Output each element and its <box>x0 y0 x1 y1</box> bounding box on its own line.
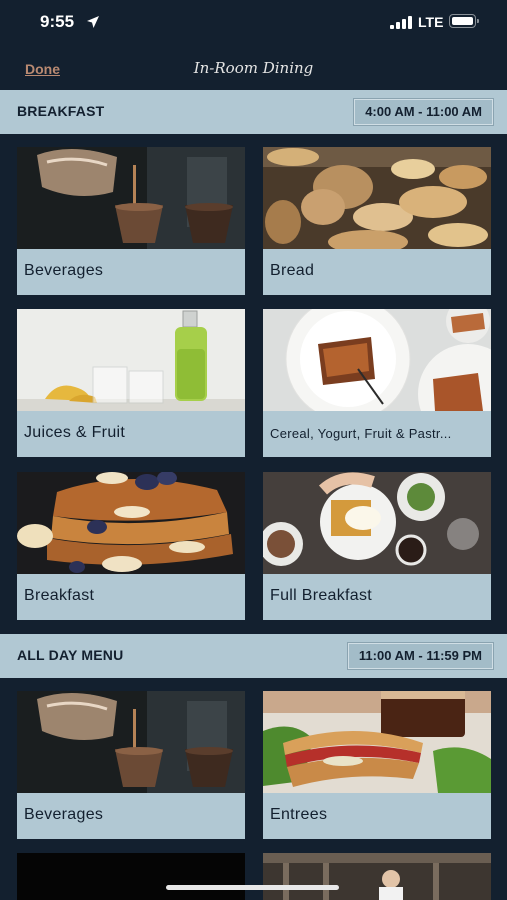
menu-tile-label: Full Breakfast <box>270 587 373 604</box>
menu-tile-label: Beverages <box>24 806 104 823</box>
entrees-photo <box>263 691 491 793</box>
tile-photo <box>263 853 491 900</box>
menu-tile-partial[interactable] <box>17 853 245 900</box>
menu-tile-bread[interactable]: Bread <box>263 147 491 295</box>
menu-tile-cereal-yogurt[interactable]: Cereal, Yogurt, Fruit & Pastr... <box>263 309 491 457</box>
status-time: 9:55 <box>40 12 75 31</box>
beverages-photo <box>17 147 245 249</box>
menu-tile-beverages[interactable]: Beverages <box>17 147 245 295</box>
tile-photo <box>17 853 245 900</box>
cell-signal-icon <box>390 16 412 29</box>
hours-badge: 4:00 AM - 11:00 AM <box>354 99 493 125</box>
menu-tile-label: Cereal, Yogurt, Fruit & Pastr... <box>270 426 452 441</box>
bread-photo <box>263 147 491 249</box>
menu-tile-label: Bread <box>270 262 315 279</box>
network-label: LTE <box>418 14 444 30</box>
breakfast-photo <box>17 472 245 574</box>
section-title: BREAKFAST <box>17 103 105 119</box>
home-indicator[interactable] <box>166 885 339 890</box>
full-breakfast-photo <box>263 472 491 574</box>
menu-tile-label: Beverages <box>24 262 104 279</box>
section-header-breakfast: BREAKFAST 4:00 AM - 11:00 AM <box>0 90 507 134</box>
juices-fruit-photo <box>17 309 245 411</box>
page-title: In-Room Dining <box>193 59 314 77</box>
hours-badge: 11:00 AM - 11:59 PM <box>347 643 493 669</box>
menu-tile-partial[interactable] <box>263 853 491 900</box>
section-header-all-day-menu: ALL DAY MENU 11:00 AM - 11:59 PM <box>0 634 507 678</box>
section-title: ALL DAY MENU <box>17 647 124 663</box>
status-bar: 9:55 LTE <box>0 0 507 46</box>
cereal-yogurt-photo <box>263 309 491 411</box>
battery-icon <box>449 14 479 28</box>
menu-tile-breakfast[interactable]: Breakfast <box>17 472 245 620</box>
beverages-photo <box>17 691 245 793</box>
menu-tile-beverages-all-day[interactable]: Beverages <box>17 691 245 839</box>
menu-tile-label: Entrees <box>270 806 328 823</box>
location-arrow-icon <box>87 16 99 28</box>
nav-bar: Done In-Room Dining <box>0 46 507 90</box>
menu-tile-entrees[interactable]: Entrees <box>263 691 491 839</box>
menu-tile-juices-fruit[interactable]: Juices & Fruit <box>17 309 245 457</box>
menu-tile-full-breakfast[interactable]: Full Breakfast <box>263 472 491 620</box>
menu-tile-label: Juices & Fruit <box>24 424 126 441</box>
menu-tile-label: Breakfast <box>24 587 95 604</box>
